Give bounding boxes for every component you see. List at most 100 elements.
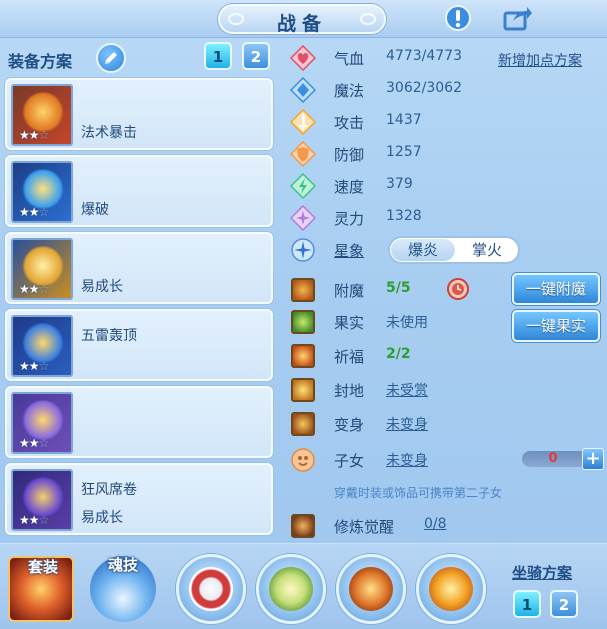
plan-card[interactable]: ★★☆ 易成长 (5, 232, 273, 304)
sparkle-diamond-icon (290, 205, 316, 231)
soul-skill-label: 魂技 (107, 556, 138, 574)
stat-value: 4773/4773 (386, 48, 462, 64)
constellation-label[interactable]: 星象 (334, 240, 364, 261)
stat-value: 1328 (386, 208, 422, 224)
plan-card[interactable]: ★★☆ 五雷轰顶 (5, 309, 273, 381)
stat-label: 攻击 (334, 114, 365, 132)
mount-tab-1[interactable]: 1 (513, 590, 541, 618)
crescent-amulet-icon: ★★☆ (11, 315, 73, 377)
stat-value: 379 (386, 176, 413, 192)
stat-label: 灵力 (334, 210, 365, 228)
stat-label: 防御 (334, 146, 365, 164)
window-title: 战备 (276, 13, 327, 35)
plan-tab-1[interactable]: 1 (204, 42, 232, 70)
stat-attack: 攻击 1437 (290, 108, 600, 136)
shield-icon (290, 141, 316, 167)
plan-tab-2[interactable]: 2 (242, 42, 270, 70)
blessing-value: 2/2 (386, 346, 411, 362)
child-value[interactable]: 未变身 (386, 450, 428, 470)
fief-value[interactable]: 未受赏 (386, 380, 428, 400)
stat-defense: 防御 1257 (290, 140, 600, 168)
transform-label: 变身 (334, 416, 365, 434)
plan-effect: 法术暴击 (81, 125, 137, 141)
gold-armor-icon: ★★☆ (11, 238, 73, 300)
fief-icon (290, 377, 316, 403)
fruit-value: 未使用 (386, 315, 428, 331)
green-figure-icon (269, 567, 313, 611)
star-rating: ★★☆ (19, 205, 49, 219)
suit-label: 套装 (27, 558, 58, 576)
mount-tab-2[interactable]: 2 (550, 590, 578, 618)
fire-orb-icon (349, 567, 393, 611)
mount-plan-title[interactable]: 坐骑方案 (512, 562, 572, 583)
heart-icon (290, 45, 316, 71)
stat-label: 速度 (334, 178, 365, 196)
child-icon (290, 447, 316, 473)
purple-boots-icon: ★★☆ (11, 469, 73, 531)
child-note: 穿戴时装或饰品可携带第二子女 (334, 486, 503, 500)
blessing-row: 祈福 2/2 (290, 342, 600, 370)
fruit-icon (290, 309, 316, 335)
bottom-skill-bar: 套装 魂技 坐骑方案 1 2 (0, 543, 607, 629)
child-stepper-value[interactable]: 0 (522, 451, 584, 467)
blue-diamond-icon (290, 77, 316, 103)
skill-slot[interactable] (416, 554, 486, 624)
star-rating: ★★☆ (19, 282, 49, 296)
equipment-plan-header: 装备方案 1 2 (8, 42, 276, 74)
equipment-plan-title: 装备方案 (8, 52, 73, 71)
exclamation-icon[interactable] (443, 3, 473, 33)
stat-value: 1257 (386, 144, 422, 160)
red-swirl-icon (189, 567, 233, 611)
blessing-label: 祈福 (334, 348, 365, 366)
plan-effect: 五雷轰顶 (81, 328, 137, 344)
fief-row: 封地 未受赏 (290, 376, 600, 404)
fief-label: 封地 (334, 382, 365, 400)
stat-label: 魔法 (334, 82, 365, 100)
plan-card[interactable]: ★★☆ 爆破 (5, 155, 273, 227)
skill-slot[interactable] (336, 554, 406, 624)
one-click-fruit-button[interactable]: 一键果实 (512, 310, 600, 342)
stat-spirit: 灵力 1328 (290, 204, 600, 232)
stat-hp: 气血 4773/4773 新增加点方案 (290, 44, 600, 72)
add-points-plan-link[interactable]: 新增加点方案 (498, 50, 582, 70)
blue-helmet-icon: ★★☆ (11, 161, 73, 223)
transform-row: 变身 未变身 (290, 410, 600, 438)
stat-label: 气血 (334, 50, 365, 68)
skill-slot[interactable] (256, 554, 326, 624)
star-rating: ★★☆ (19, 513, 49, 527)
blessing-icon (290, 343, 316, 369)
share-icon[interactable] (503, 3, 533, 33)
star-rating: ★★☆ (19, 359, 49, 373)
fire-crown-icon: ★★☆ (11, 84, 73, 146)
skill-slot[interactable] (176, 554, 246, 624)
stat-mp: 魔法 3062/3062 (290, 76, 600, 104)
lightning-icon (290, 173, 316, 199)
enchant-icon (290, 277, 316, 303)
plan-card[interactable]: ★★☆ 狂风席卷 易成长 (5, 463, 273, 535)
star-compass-icon (290, 237, 316, 263)
suit-slot[interactable]: 套装 (8, 556, 74, 622)
pencil-icon[interactable] (96, 43, 126, 73)
clock-icon[interactable] (446, 277, 470, 305)
constellation-option[interactable]: 掌火 (455, 239, 519, 261)
soul-skill-slot[interactable]: 魂技 (90, 556, 156, 622)
stat-speed: 速度 379 (290, 172, 600, 200)
child-label: 子女 (334, 452, 365, 470)
enchant-value: 5/5 (386, 280, 411, 296)
constellation-option-selected[interactable]: 爆炎 (391, 239, 455, 261)
plan-card[interactable]: ★★☆ 法术暴击 (5, 78, 273, 150)
plus-icon[interactable]: + (582, 448, 604, 470)
cultivation-value[interactable]: 0/8 (424, 516, 447, 532)
plan-effect: 狂风席卷 (81, 482, 137, 498)
stats-panel: 气血 4773/4773 新增加点方案 魔法 3062/3062 攻击 1437 (286, 40, 604, 540)
constellation-toggle[interactable]: 爆炎 掌火 (388, 236, 520, 264)
stat-value: 3062/3062 (386, 80, 462, 96)
star-rating: ★★☆ (19, 436, 49, 450)
child-stepper[interactable]: 0 + (522, 448, 606, 470)
plan-card[interactable]: ★★☆ (5, 386, 273, 458)
one-click-enchant-button[interactable]: 一键附魔 (512, 273, 600, 305)
cultivation-icon (290, 513, 316, 539)
cultivation-row: 修炼觉醒 0/8 (290, 512, 600, 540)
transform-value[interactable]: 未变身 (386, 414, 428, 434)
stat-value: 1437 (386, 112, 422, 128)
